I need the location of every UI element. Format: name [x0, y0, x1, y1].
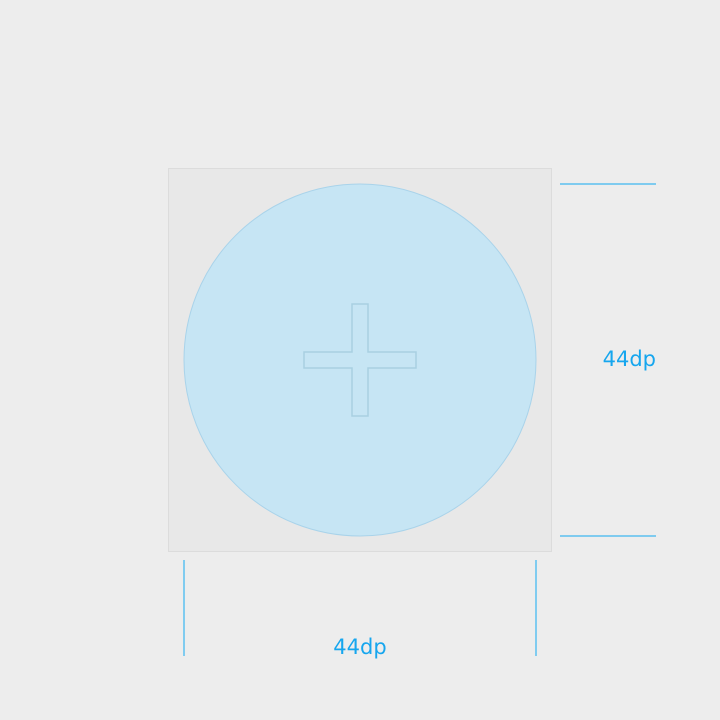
height-dimension-label: 44dp	[603, 347, 656, 371]
button-circle	[183, 183, 537, 537]
touch-target-spec-diagram: 44dp 44dp	[0, 0, 720, 720]
width-dimension-label: 44dp	[333, 635, 386, 659]
